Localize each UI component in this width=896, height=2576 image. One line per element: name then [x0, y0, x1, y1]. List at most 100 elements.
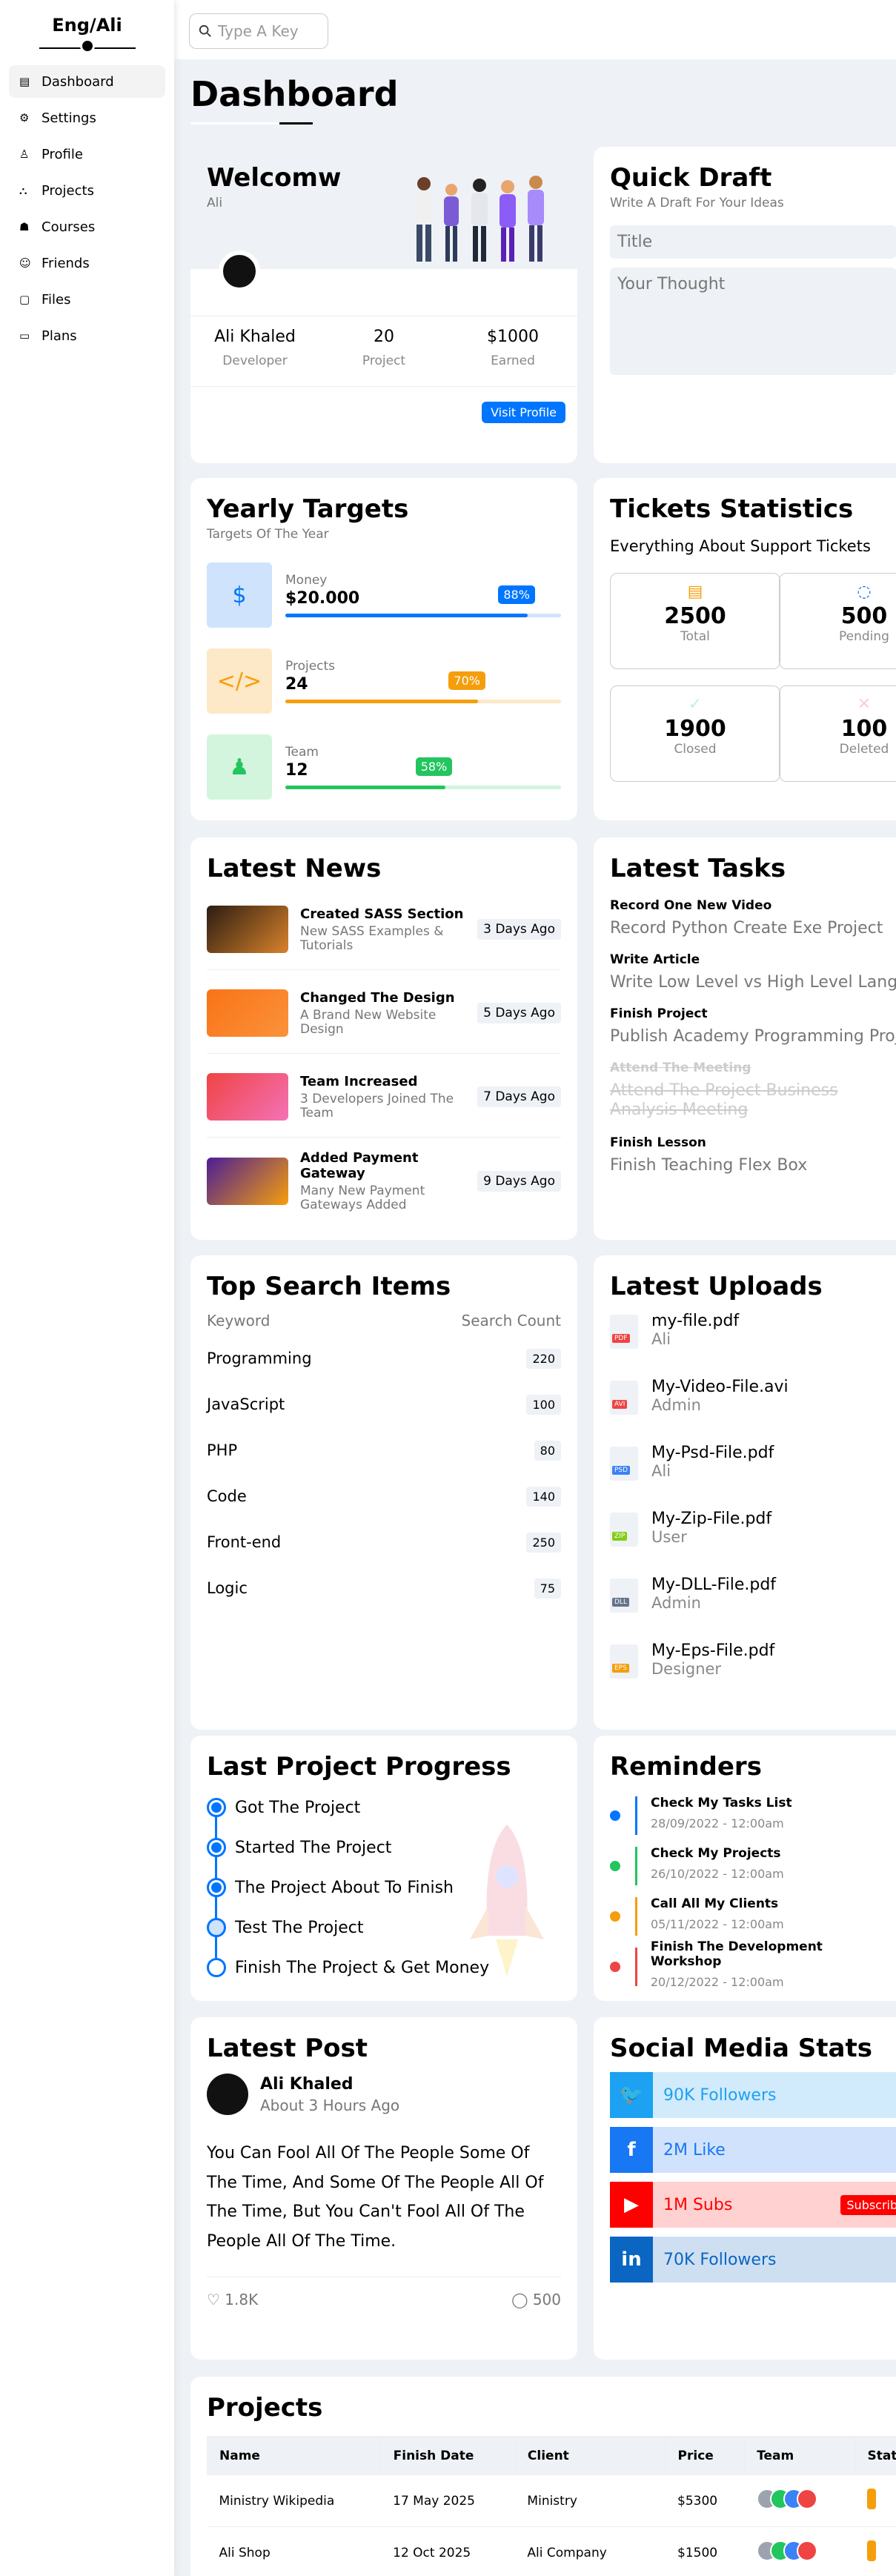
tickets-sub: Everything About Support Tickets [610, 537, 871, 555]
news-item[interactable]: Created SASS Section New SASS Examples & … [207, 886, 561, 970]
post-avatar [207, 2074, 248, 2115]
projects-icon: ⛬ [19, 184, 27, 197]
draft-title-input[interactable]: Title [610, 225, 896, 259]
check-icon: ✓ [688, 695, 703, 714]
search-input[interactable]: Type A Key [189, 13, 328, 49]
target-percent: 58% [415, 757, 453, 776]
search-count: 80 [534, 1440, 561, 1461]
news-item[interactable]: Team Increased 3 Developers Joined The Te… [207, 1054, 561, 1138]
target-percent: 70% [448, 671, 485, 690]
top-search-title: Top Search Items [207, 1272, 451, 1301]
status-badge [854, 2474, 896, 2527]
sidebar-item-files[interactable]: ▢ Files [9, 283, 165, 316]
news-thumbnail [207, 906, 288, 953]
main-content: Type A Key Dashboard Welcomw Ali Ali Kha… [174, 0, 896, 2576]
comments-count: 500 [532, 2291, 561, 2309]
social-count: 70K Followers [663, 2250, 777, 2269]
task-item[interactable]: Finish Lesson Finish Teaching Flex Box [610, 1135, 896, 1175]
reminder-item[interactable]: Finish The Development Workshop 20/12/202… [610, 1939, 896, 1989]
quick-draft-card: Quick Draft Write A Draft For Your Ideas… [594, 147, 896, 463]
heart-icon: ♡ [207, 2291, 220, 2309]
post-time: About 3 Hours Ago [260, 2096, 400, 2114]
yearly-sub: Targets Of The Year [207, 527, 329, 542]
step-label: Finish The Project & Get Money [235, 1958, 490, 1977]
sidebar-item-profile[interactable]: ♙ Profile [9, 138, 165, 170]
yearly-title: Yearly Targets [207, 494, 409, 524]
upload-item[interactable]: AVI My-Video-File.avi Admin [610, 1378, 896, 1444]
search-keyword: Code [207, 1487, 247, 1505]
sidebar-item-settings[interactable]: ⚙ Settings [9, 102, 165, 134]
task-item[interactable]: Attend The Meeting Attend The Project Bus… [610, 1060, 896, 1121]
file-owner: Designer [651, 1660, 722, 1678]
ticket-stat-total: ▤ 2500 Total [610, 573, 780, 669]
reminder-date: 26/10/2022 - 12:00am [651, 1866, 784, 1881]
price: $5300 [666, 2474, 745, 2527]
likes-button[interactable]: ♡ 1.8K [207, 2291, 258, 2308]
news-item[interactable]: Added Payment Gateway Many New Payment Ga… [207, 1138, 561, 1221]
task-title: Finish Lesson [610, 1135, 706, 1150]
step-label: Test The Project [235, 1918, 364, 1937]
search-row: PHP 80 [207, 1427, 561, 1473]
upload-item[interactable]: EPS My-Eps-File.pdf Designer [610, 1641, 896, 1707]
sidebar-item-dashboard[interactable]: ▤ Dashboard [9, 65, 165, 98]
news-headline: Created SASS Section [300, 906, 464, 922]
social-row[interactable]: in 70K Followers [610, 2237, 896, 2283]
sidebar-item-plans[interactable]: ▭ Plans [9, 319, 165, 352]
file-icon: DLL [610, 1579, 638, 1613]
sidebar-item-courses[interactable]: ☗ Courses [9, 210, 165, 243]
upload-item[interactable]: PSD My-Psd-File.pdf Ali [610, 1444, 896, 1510]
spinner-icon: ◌ [857, 582, 872, 601]
delete-icon: ✕ [857, 695, 872, 714]
social-row[interactable]: f 2M Like [610, 2127, 896, 2173]
reminder-item[interactable]: Check My Tasks List 28/09/2022 - 12:00am [610, 1787, 896, 1838]
project-progress-card: Last Project Progress Got The Project Sta… [190, 1736, 577, 2001]
upload-item[interactable]: ZIP My-Zip-File.pdf User [610, 1510, 896, 1576]
sidebar-item-friends[interactable]: ☺ Friends [9, 247, 165, 279]
target-value: 24 [285, 675, 308, 694]
dashboard-icon: ▤ [19, 75, 30, 88]
search-count: 75 [534, 1578, 561, 1599]
avatar [796, 2540, 817, 2561]
welcome-stats: Ali Khaled Developer 20 Project $1000 Earne… [190, 316, 577, 387]
tasks-title: Latest Tasks [610, 854, 786, 883]
reminder-item[interactable]: Call All My Clients 05/11/2022 - 12:00am [610, 1888, 896, 1939]
social-row[interactable]: ▶ 1M Subs Subscribe [610, 2182, 896, 2228]
comments-button[interactable]: ◯ 500 [511, 2291, 561, 2308]
news-description: 3 Developers Joined The Team [300, 1091, 454, 1121]
task-item[interactable]: Finish Project Publish Academy Programmin… [610, 1006, 896, 1046]
task-item[interactable]: Record One New Video Record Python Create… [610, 898, 896, 937]
visit-profile-button[interactable]: Visit Profile [482, 402, 565, 423]
task-item[interactable]: Write Article Write Low Level vs High Lev… [610, 952, 896, 992]
stat-name: Ali Khaled Developer [214, 328, 296, 368]
target-progress-bar: 70% [285, 671, 561, 703]
uploads-title: Latest Uploads [610, 1272, 823, 1301]
sidebar-item-label: Dashboard [42, 73, 114, 90]
draft-thought-textarea[interactable]: Your Thought [610, 268, 896, 375]
news-headline: Added Payment Gateway [300, 1149, 419, 1181]
project-name: Ali Shop [207, 2526, 382, 2576]
reminder-dot [610, 1861, 620, 1871]
upload-item[interactable]: PDF my-file.pdf Ali [610, 1312, 896, 1378]
reminder-date: 28/09/2022 - 12:00am [651, 1816, 784, 1830]
news-description: Many New Payment Gateways Added [300, 1183, 425, 1212]
reminder-item[interactable]: Check My Projects 26/10/2022 - 12:00am [610, 1838, 896, 1888]
latest-tasks-card: Latest Tasks Record One New Video Record … [594, 837, 896, 1240]
twitter-icon: 🐦 [610, 2072, 653, 2118]
table-row[interactable]: Ali Shop 12 Oct 2025 Ali Company $1500 [207, 2526, 896, 2576]
progress-title: Last Project Progress [207, 1752, 511, 1782]
reminder-title: Call All My Clients [651, 1896, 779, 1911]
search-keyword: Logic [207, 1579, 248, 1597]
search-row: JavaScript 100 [207, 1381, 561, 1427]
news-item[interactable]: Changed The Design A Brand New Website De… [207, 970, 561, 1054]
file-owner: User [651, 1528, 687, 1546]
sidebar-item-projects[interactable]: ⛬ Projects [9, 174, 165, 207]
ticket-value: 2500 [664, 603, 726, 629]
sidebar-item-label: Profile [42, 146, 83, 162]
social-row[interactable]: 🐦 90K Followers [610, 2072, 896, 2118]
file-name: My-Psd-File.pdf [651, 1444, 774, 1462]
upload-item[interactable]: DLL My-DLL-File.pdf Admin [610, 1576, 896, 1641]
subscribe-button[interactable]: Subscribe [840, 2194, 896, 2215]
table-row[interactable]: Ministry Wikipedia 17 May 2025 Ministry … [207, 2474, 896, 2527]
latest-uploads-card: Latest Uploads PDF my-file.pdf Ali AVI My-… [594, 1255, 896, 1730]
team-avatars [744, 2474, 855, 2527]
